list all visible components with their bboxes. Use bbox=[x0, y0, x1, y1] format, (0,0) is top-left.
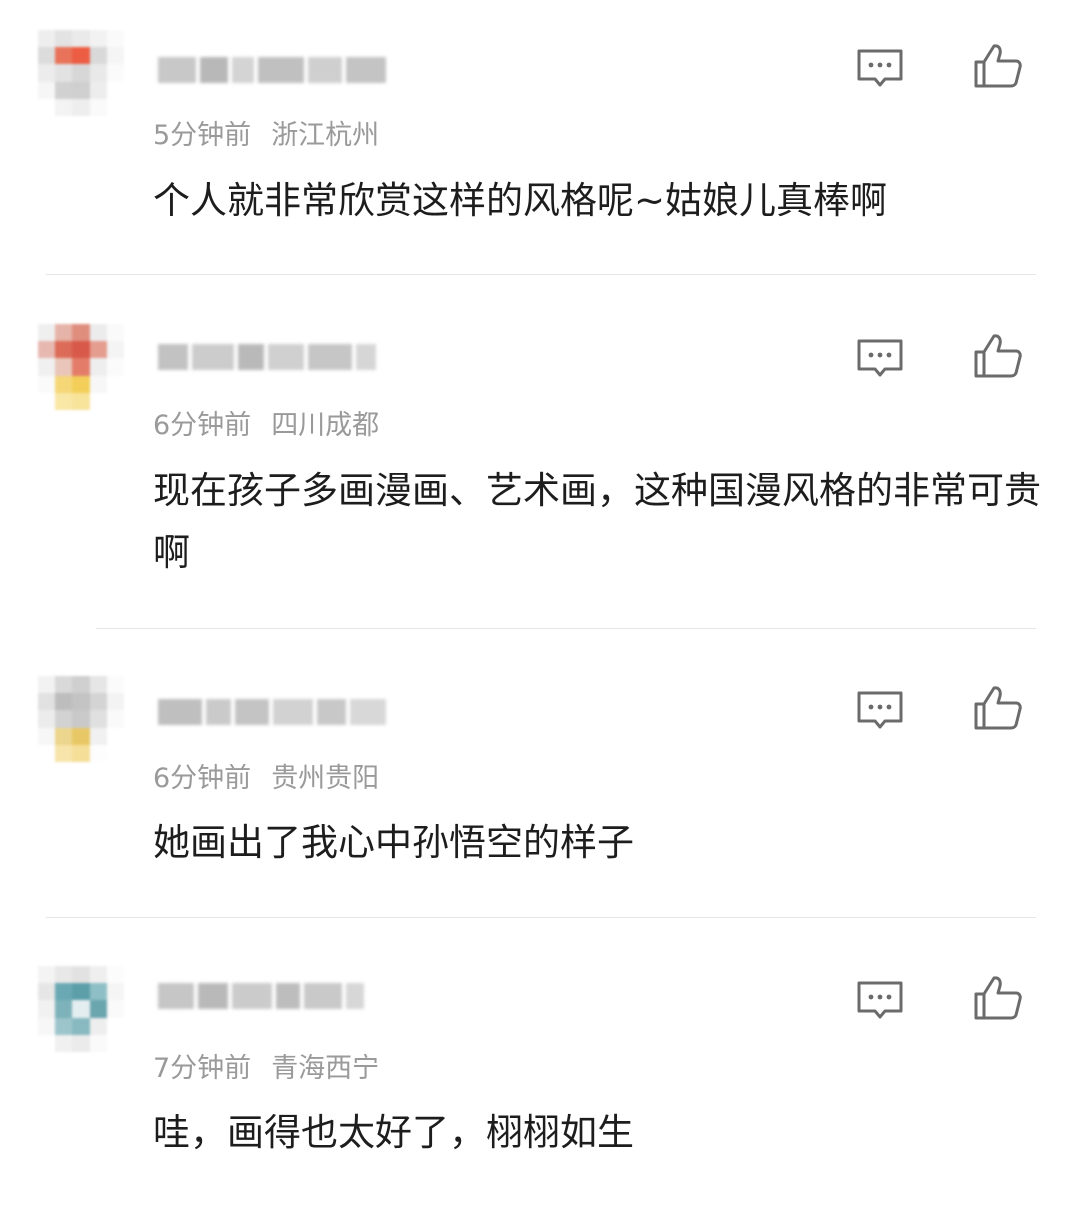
thumbs-up-icon[interactable] bbox=[972, 42, 1024, 90]
thumbs-up-icon[interactable] bbox=[972, 974, 1024, 1022]
comment-meta: 7分钟前 青海西宁 bbox=[153, 1052, 379, 1086]
comment-meta: 5分钟前 浙江杭州 bbox=[153, 119, 379, 153]
username-blurred[interactable] bbox=[158, 976, 390, 1016]
avatar[interactable] bbox=[38, 676, 124, 762]
comment-icon[interactable] bbox=[854, 688, 906, 736]
avatar[interactable] bbox=[38, 30, 124, 116]
comment-location: 浙江杭州 bbox=[271, 120, 380, 151]
username-blurred[interactable] bbox=[158, 50, 390, 90]
comment-time: 6分钟前 bbox=[153, 763, 252, 794]
thumbs-up-icon[interactable] bbox=[972, 332, 1024, 380]
comment-location: 四川成都 bbox=[271, 410, 380, 441]
comment-location: 青海西宁 bbox=[271, 1053, 380, 1084]
avatar[interactable] bbox=[38, 966, 124, 1052]
comment-text: 个人就非常欣赏这样的风格呢~姑娘儿真棒啊 bbox=[153, 179, 888, 222]
divider bbox=[96, 628, 1036, 629]
comment-icon[interactable] bbox=[854, 46, 906, 94]
thumbs-up-icon[interactable] bbox=[972, 684, 1024, 732]
username-blurred[interactable] bbox=[158, 692, 390, 732]
comment-text: 现在孩子多画漫画、艺术画，这种国漫风格的非常可贵啊 bbox=[153, 469, 1041, 574]
avatar[interactable] bbox=[38, 324, 124, 410]
comment-time: 6分钟前 bbox=[153, 410, 252, 441]
comment-text: 她画出了我心中孙悟空的样子 bbox=[153, 821, 634, 864]
comment-text: 哇，画得也太好了，栩栩如生 bbox=[153, 1111, 634, 1154]
comment-meta: 6分钟前 贵州贵阳 bbox=[153, 762, 379, 796]
comment-meta: 6分钟前 四川成都 bbox=[153, 409, 379, 443]
comment-time: 7分钟前 bbox=[153, 1053, 252, 1084]
username-blurred[interactable] bbox=[158, 337, 390, 377]
divider bbox=[46, 274, 1036, 275]
comment-icon[interactable] bbox=[854, 978, 906, 1026]
comment-icon[interactable] bbox=[854, 336, 906, 384]
comment-time: 5分钟前 bbox=[153, 120, 252, 151]
comment-location: 贵州贵阳 bbox=[271, 763, 380, 794]
divider bbox=[46, 917, 1036, 918]
